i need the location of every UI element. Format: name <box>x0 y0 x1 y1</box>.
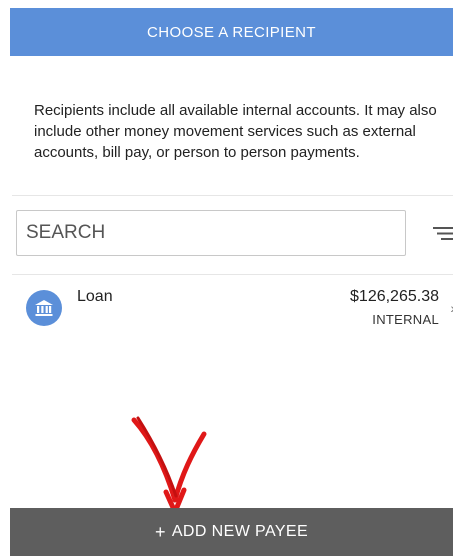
recipient-type: INTERNAL <box>372 312 439 327</box>
recipients-description: Recipients include all available interna… <box>34 102 437 161</box>
red-arrow-annotation <box>131 416 207 515</box>
divider <box>12 274 453 275</box>
add-new-payee-button[interactable]: + ADD NEW PAYEE <box>10 508 453 556</box>
header-title: CHOOSE A RECIPIENT <box>147 23 316 41</box>
search-input[interactable] <box>24 221 405 245</box>
recipient-row-loan[interactable]: Loan $126,265.38 INTERNAL › <box>12 276 453 336</box>
search-box[interactable] <box>16 210 406 256</box>
plus-icon: + <box>154 521 166 542</box>
recipient-amount: $126,265.38 <box>350 288 439 305</box>
divider <box>12 195 453 196</box>
filter-icon[interactable] <box>431 222 453 244</box>
add-new-payee-label: ADD NEW PAYEE <box>171 523 309 540</box>
page: CHOOSE A RECIPIENT Recipients include al… <box>0 0 453 556</box>
choose-recipient-header: CHOOSE A RECIPIENT <box>10 8 453 56</box>
bank-icon <box>26 290 62 326</box>
recipient-name: Loan <box>77 288 113 305</box>
